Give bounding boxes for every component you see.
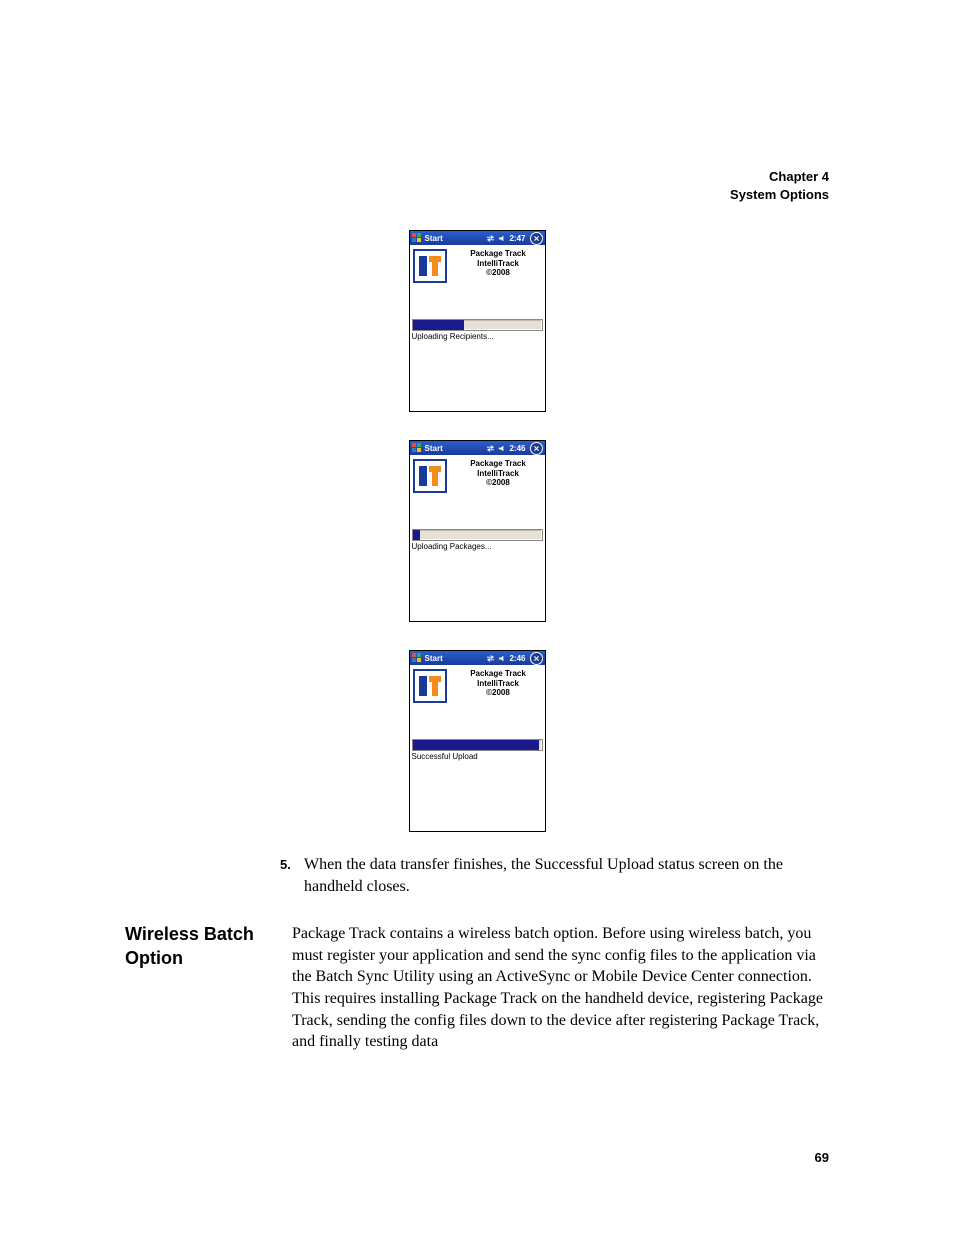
speaker-icon	[497, 443, 507, 453]
progress-wrap	[410, 319, 545, 331]
progress-fill	[413, 320, 465, 330]
progress-wrap	[410, 739, 545, 751]
progress-bar	[412, 739, 543, 751]
status-text: Uploading Recipients...	[410, 331, 545, 341]
progress-fill	[413, 530, 421, 540]
start-button[interactable]: Start	[425, 444, 443, 453]
speaker-icon	[497, 653, 507, 663]
status-text: Uploading Packages...	[410, 541, 545, 551]
intellitrack-logo-icon	[413, 249, 447, 283]
section: Wireless Batch Option Package Track cont…	[125, 923, 829, 1053]
page-header: Chapter 4 System Options	[730, 168, 829, 203]
app-title-line: ©2008	[455, 478, 542, 488]
step-item: 5. When the data transfer finishes, the …	[280, 854, 829, 897]
app-title-line: IntelliTrack	[455, 259, 542, 269]
intellitrack-logo-icon	[413, 669, 447, 703]
intellitrack-logo-icon	[413, 459, 447, 493]
chapter-label: Chapter 4	[730, 168, 829, 186]
app-title-line: Package Track	[455, 669, 542, 679]
step-number: 5.	[280, 854, 304, 897]
app-title: Package Track IntelliTrack ©2008	[455, 249, 542, 278]
start-button[interactable]: Start	[425, 234, 443, 243]
progress-bar	[412, 529, 543, 541]
sync-icon	[485, 443, 495, 453]
section-body: Package Track contains a wireless batch …	[292, 923, 829, 1053]
titlebar: Start 2:47	[410, 231, 545, 245]
clock-time: 2:46	[509, 444, 525, 453]
speaker-icon	[497, 233, 507, 243]
chapter-title: System Options	[730, 186, 829, 204]
close-icon[interactable]	[530, 652, 543, 665]
close-icon[interactable]	[530, 232, 543, 245]
app-title-line: ©2008	[455, 268, 542, 278]
device-screenshot: Start 2:46 Package Track	[409, 650, 546, 832]
windows-logo-icon	[412, 653, 422, 663]
clock-time: 2:47	[509, 234, 525, 243]
windows-logo-icon	[412, 233, 422, 243]
progress-bar	[412, 319, 543, 331]
status-text: Successful Upload	[410, 751, 545, 761]
step-text: When the data transfer finishes, the Suc…	[304, 854, 829, 897]
app-title: Package Track IntelliTrack ©2008	[455, 459, 542, 488]
screenshot-stack: Start 2:47 Package Track	[125, 230, 829, 832]
page: Chapter 4 System Options Start 2:47	[0, 0, 954, 1235]
device-screenshot: Start 2:46 Package Track	[409, 440, 546, 622]
body-text: 5. When the data transfer finishes, the …	[125, 854, 829, 1053]
progress-wrap	[410, 529, 545, 541]
app-title-line: IntelliTrack	[455, 679, 542, 689]
close-icon[interactable]	[530, 442, 543, 455]
app-title-line: ©2008	[455, 688, 542, 698]
clock-time: 2:46	[509, 654, 525, 663]
titlebar: Start 2:46	[410, 441, 545, 455]
windows-logo-icon	[412, 443, 422, 453]
start-button[interactable]: Start	[425, 654, 443, 663]
app-title-line: Package Track	[455, 459, 542, 469]
app-title-line: Package Track	[455, 249, 542, 259]
app-header: Package Track IntelliTrack ©2008	[410, 665, 545, 705]
device-screenshot: Start 2:47 Package Track	[409, 230, 546, 412]
app-title-line: IntelliTrack	[455, 469, 542, 479]
app-header: Package Track IntelliTrack ©2008	[410, 245, 545, 285]
app-title: Package Track IntelliTrack ©2008	[455, 669, 542, 698]
progress-fill	[413, 740, 539, 750]
app-header: Package Track IntelliTrack ©2008	[410, 455, 545, 495]
sync-icon	[485, 233, 495, 243]
section-heading: Wireless Batch Option	[125, 923, 292, 1053]
page-number: 69	[815, 1150, 829, 1165]
titlebar: Start 2:46	[410, 651, 545, 665]
sync-icon	[485, 653, 495, 663]
